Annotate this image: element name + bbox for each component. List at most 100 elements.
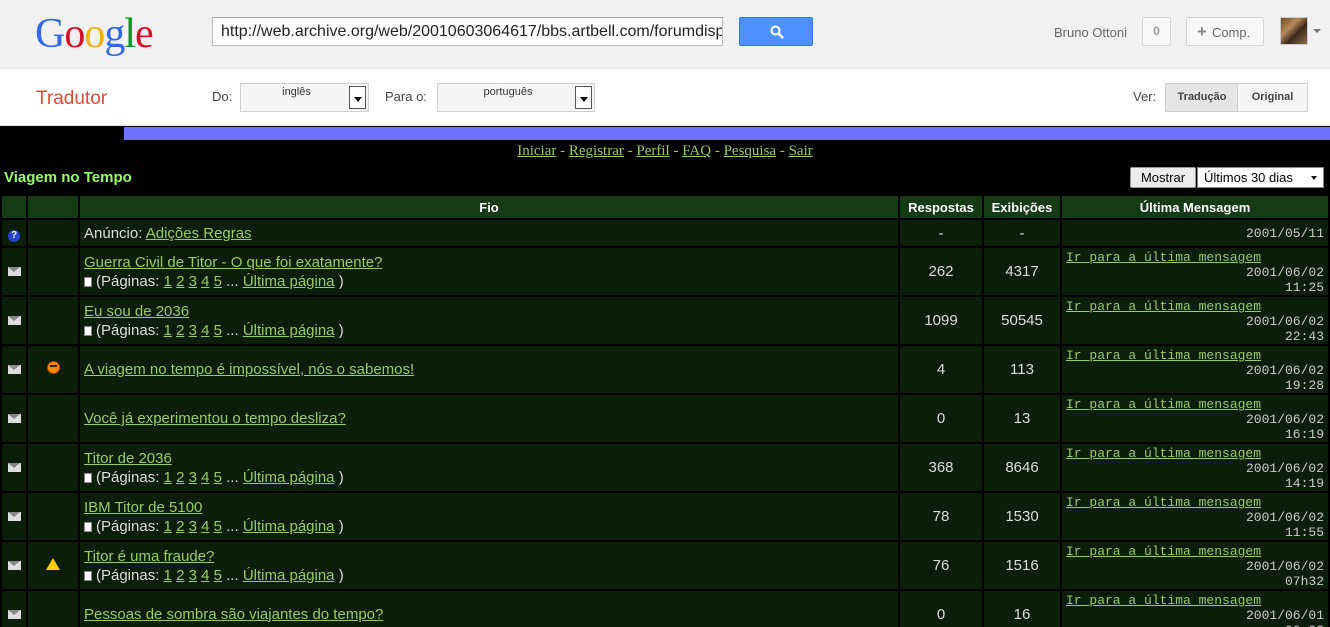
page-link[interactable]: 5 <box>214 322 222 339</box>
nav-registrar[interactable]: Registrar <box>569 143 624 159</box>
page-link[interactable]: 1 <box>164 322 172 339</box>
page-link[interactable]: 1 <box>164 469 172 486</box>
nav-perfil[interactable]: Perfil <box>636 143 669 159</box>
pages-line: (Páginas: 1 2 3 4 5 ... Última página ) <box>84 322 344 339</box>
announcement-link[interactable]: Adições Regras <box>146 225 252 242</box>
from-language-select[interactable]: inglês <box>240 83 369 112</box>
thread-link[interactable]: IBM Titor de 5100 <box>84 499 202 516</box>
last-page-link[interactable]: Última página <box>243 469 335 486</box>
nav-sair[interactable]: Sair <box>789 143 813 159</box>
chevron-down-icon[interactable] <box>349 86 366 109</box>
page-link[interactable]: 3 <box>189 567 197 584</box>
thread-link[interactable]: A viagem no tempo é impossível, nós o sa… <box>84 361 414 378</box>
icon-cell <box>2 444 26 491</box>
smile-icon <box>46 361 60 374</box>
page-link[interactable]: 4 <box>201 273 209 290</box>
last-post-time: 07h32 <box>1284 574 1324 589</box>
chevron-down-icon[interactable] <box>575 86 592 109</box>
replies-cell: 0 <box>900 395 982 442</box>
page-link[interactable]: 2 <box>176 567 184 584</box>
page-link[interactable]: 1 <box>164 273 172 290</box>
thread-link[interactable]: Eu sou de 2036 <box>84 303 189 320</box>
views-cell: 1516 <box>984 542 1060 589</box>
last-page-link[interactable]: Última página <box>243 567 335 584</box>
page-link[interactable]: 2 <box>176 469 184 486</box>
thread-link[interactable]: Titor é uma fraude? <box>84 548 214 565</box>
last-page-link[interactable]: Última página <box>243 518 335 535</box>
pages-prefix: (Páginas: <box>96 468 160 486</box>
thread-link[interactable]: Titor de 2036 <box>84 450 172 467</box>
page-link[interactable]: 4 <box>201 567 209 584</box>
page-link[interactable]: 2 <box>176 518 184 535</box>
show-button[interactable]: Mostrar <box>1130 167 1196 188</box>
thread-link[interactable]: Você já experimentou o tempo desliza? <box>84 410 346 427</box>
goto-last-post-link[interactable]: Ir para a última mensagem <box>1066 250 1261 265</box>
page-link[interactable]: 2 <box>176 322 184 339</box>
page-link[interactable]: 4 <box>201 518 209 535</box>
thread-link[interactable]: Pessoas de sombra são viajantes do tempo… <box>84 606 383 623</box>
thread-cell: Você já experimentou o tempo desliza? <box>80 395 898 442</box>
user-name[interactable]: Bruno Ottoni <box>1054 25 1127 40</box>
views-cell: 8646 <box>984 444 1060 491</box>
nav-pesquisa[interactable]: Pesquisa <box>724 143 777 159</box>
goto-last-post-link[interactable]: Ir para a última mensagem <box>1066 446 1261 461</box>
goto-last-post-link[interactable]: Ir para a última mensagem <box>1066 593 1261 608</box>
page-link[interactable]: 1 <box>164 567 172 584</box>
table-row: Pessoas de sombra são viajantes do tempo… <box>2 591 1328 627</box>
nav-iniciar[interactable]: Iniciar <box>517 143 556 159</box>
page-link[interactable]: 5 <box>214 469 222 486</box>
page-link[interactable]: 4 <box>201 469 209 486</box>
thread-cell: Pessoas de sombra são viajantes do tempo… <box>80 591 898 627</box>
search-button[interactable] <box>739 17 813 46</box>
share-button[interactable]: + Comp. <box>1186 17 1264 46</box>
goto-last-post-link[interactable]: Ir para a última mensagem <box>1066 348 1261 363</box>
multipage-icon <box>84 521 92 532</box>
page-link[interactable]: 2 <box>176 273 184 290</box>
icon2-cell <box>28 395 78 442</box>
page-link[interactable]: 3 <box>189 273 197 290</box>
table-row: Titor de 2036 (Páginas: 1 2 3 4 5 ... Últ… <box>2 444 1328 491</box>
page-link[interactable]: 1 <box>164 518 172 535</box>
from-label: Do: <box>212 89 233 104</box>
last-page-link[interactable]: Última página <box>243 322 335 339</box>
page-link[interactable]: 3 <box>189 469 197 486</box>
forum-nav: Iniciar - Registrar - Perfil - FAQ - Pes… <box>517 143 813 159</box>
replies-cell: 76 <box>900 542 982 589</box>
table-header-row: Fio Respostas Exibições Última Mensagem <box>2 196 1328 218</box>
goto-last-post-link[interactable]: Ir para a última mensagem <box>1066 397 1261 412</box>
to-language-select[interactable]: português <box>437 83 595 112</box>
last-post-time: 19:28 <box>1284 378 1324 393</box>
view-original-button[interactable]: Original <box>1237 83 1308 112</box>
chevron-down-icon[interactable] <box>1313 29 1321 33</box>
thread-link[interactable]: Guerra Civil de Titor - O que foi exatam… <box>84 254 382 271</box>
announcement-cell: Anúncio: Adições Regras <box>80 220 898 246</box>
page-link[interactable]: 5 <box>214 567 222 584</box>
google-logo[interactable]: Google <box>35 10 154 58</box>
last-post-date: 2001/06/02 <box>1245 314 1324 329</box>
envelope-icon <box>7 267 21 276</box>
announcement-row: ? Anúncio: Adições Regras - - 2001/05/11 <box>2 220 1328 246</box>
page-link[interactable]: 3 <box>189 518 197 535</box>
url-input[interactable]: http://web.archive.org/web/2001060306461… <box>212 17 723 46</box>
last-post-datetime: 2001/06/02 07h32 <box>1246 559 1324 589</box>
avatar[interactable] <box>1280 17 1308 45</box>
goto-last-post-link[interactable]: Ir para a última mensagem <box>1066 299 1261 314</box>
view-translation-button[interactable]: Tradução <box>1165 83 1238 112</box>
nav-faq[interactable]: FAQ <box>682 143 711 159</box>
pages-line: (Páginas: 1 2 3 4 5 ... Última página ) <box>84 518 344 535</box>
last-post-date: 2001/06/02 <box>1245 461 1324 476</box>
last-post-cell: Ir para a última mensagem 2001/06/02 14:1… <box>1062 444 1328 491</box>
period-select[interactable]: Últimos 30 dias <box>1197 167 1324 188</box>
replies-cell: 0 <box>900 591 982 627</box>
last-page-link[interactable]: Última página <box>243 273 335 290</box>
page-link[interactable]: 5 <box>214 518 222 535</box>
goto-last-post-link[interactable]: Ir para a última mensagem <box>1066 495 1261 510</box>
notification-count[interactable]: 0 <box>1142 17 1171 46</box>
icon-cell: ? <box>2 220 26 246</box>
page-link[interactable]: 3 <box>189 322 197 339</box>
pages-ellipsis: ... <box>226 468 239 486</box>
goto-last-post-link[interactable]: Ir para a última mensagem <box>1066 544 1261 559</box>
table-row: Titor é uma fraude? (Páginas: 1 2 3 4 5 .… <box>2 542 1328 589</box>
page-link[interactable]: 5 <box>214 273 222 290</box>
page-link[interactable]: 4 <box>201 322 209 339</box>
